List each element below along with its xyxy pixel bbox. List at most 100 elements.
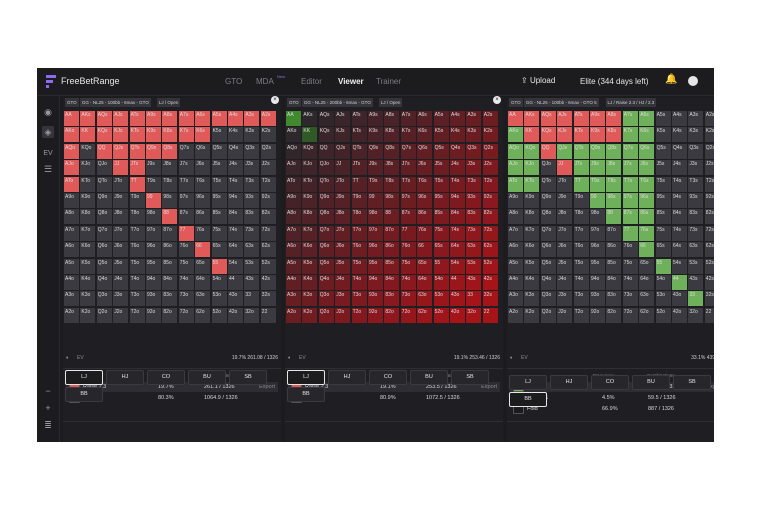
hand-cell[interactable]: QJs [557, 143, 573, 159]
hand-cell[interactable]: T4s [450, 176, 465, 192]
hand-cell[interactable]: Q6s [417, 143, 433, 159]
hand-cell[interactable]: 43o [450, 291, 465, 307]
hand-cell[interactable]: J9o [113, 193, 129, 208]
hand-cell[interactable]: K5o [524, 258, 540, 274]
hand-cell[interactable]: J7o [113, 225, 129, 241]
hand-cell[interactable]: 54o [211, 275, 227, 290]
hand-cell[interactable]: J3s [688, 160, 704, 176]
hand-cell[interactable]: Q8s [606, 143, 622, 159]
hand-cell[interactable]: A3o [64, 291, 79, 307]
hand-cell[interactable]: J5s [433, 160, 449, 176]
hand-cell[interactable]: K9o [302, 193, 318, 208]
hand-cell[interactable]: 75s [433, 225, 449, 241]
hand-cell[interactable]: J2s [482, 160, 498, 176]
hand-cell[interactable]: QTs [129, 143, 145, 159]
hand-cell[interactable]: T6o [129, 242, 145, 258]
hand-cell[interactable]: J4s [228, 160, 243, 176]
hand-cell[interactable]: J9o [557, 193, 573, 208]
hand-cell[interactable]: T6s [195, 176, 211, 192]
hand-cell[interactable]: KTo [302, 176, 318, 192]
hand-cell[interactable]: 42o [228, 307, 243, 323]
hand-cell[interactable]: 87o [384, 225, 400, 241]
hand-cell[interactable]: J8s [384, 160, 400, 176]
hand-cell[interactable]: J5s [655, 160, 671, 176]
hand-cell[interactable]: K4o [80, 275, 96, 290]
hand-cell[interactable]: J3o [113, 291, 129, 307]
hand-cell[interactable]: A4o [64, 275, 79, 290]
hand-cell[interactable]: 62o [639, 307, 655, 323]
hand-cell[interactable]: KK [80, 127, 96, 143]
hand-cell[interactable]: J7s [622, 160, 638, 176]
hand-cell[interactable]: A5o [286, 258, 301, 274]
hand-cell[interactable]: 95s [211, 193, 227, 208]
hand-cell[interactable]: 84o [384, 275, 400, 290]
hand-cell[interactable]: 53s [688, 258, 704, 274]
hand-cell[interactable]: T7o [129, 225, 145, 241]
hand-cell[interactable]: 66 [639, 242, 655, 258]
hand-cell[interactable]: 74o [622, 275, 638, 290]
hand-cell[interactable]: 88 [384, 209, 400, 225]
hand-cell[interactable]: 97o [368, 225, 383, 241]
hand-cell[interactable]: Q5s [433, 143, 449, 159]
hand-cell[interactable]: T8o [129, 209, 145, 225]
hand-cell[interactable]: K9o [80, 193, 96, 208]
hand-cell[interactable]: J9s [146, 160, 161, 176]
ev-toggle[interactable]: EV [42, 148, 54, 160]
hand-cell[interactable]: Q3s [688, 143, 704, 159]
hand-cell[interactable]: J8s [162, 160, 178, 176]
hand-cell[interactable]: T5s [433, 176, 449, 192]
hand-cell[interactable]: T3o [129, 291, 145, 307]
hand-cell[interactable]: 32s [260, 291, 276, 307]
hand-cell[interactable]: Q2o [540, 307, 556, 323]
hand-cell[interactable]: K9s [590, 127, 605, 143]
hand-cell[interactable]: 99 [590, 193, 605, 208]
hand-cell[interactable]: J7o [557, 225, 573, 241]
hand-cell[interactable]: A2s [704, 111, 714, 126]
hand-cell[interactable]: 63s [688, 242, 704, 258]
hand-cell[interactable]: 98s [606, 193, 622, 208]
hand-cell[interactable]: K2o [80, 307, 96, 323]
hand-cell[interactable]: 98o [146, 209, 161, 225]
hand-cell[interactable]: 99 [368, 193, 383, 208]
hand-cell[interactable]: Q8o [540, 209, 556, 225]
hand-cell[interactable]: QQ [96, 143, 112, 159]
hand-cell[interactable]: K6o [80, 242, 96, 258]
hand-cell[interactable]: 64o [639, 275, 655, 290]
hand-cell[interactable]: T2o [573, 307, 589, 323]
hand-cell[interactable]: AJo [286, 160, 301, 176]
hand-cell[interactable]: 54s [228, 258, 243, 274]
hand-cell[interactable]: K7s [622, 127, 638, 143]
hand-cell[interactable]: T2o [129, 307, 145, 323]
hand-cell[interactable]: J2o [113, 307, 129, 323]
hand-cell[interactable]: 86o [162, 242, 178, 258]
hand-cell[interactable]: 76s [417, 225, 433, 241]
hand-cell[interactable]: A3s [688, 111, 704, 126]
hand-cell[interactable]: 52s [704, 258, 714, 274]
hand-cell[interactable]: J2s [260, 160, 276, 176]
hand-cell[interactable]: 55 [211, 258, 227, 274]
hand-cell[interactable]: 93o [368, 291, 383, 307]
hand-cell[interactable]: A6s [195, 111, 211, 126]
hand-cell[interactable]: Q3s [244, 143, 260, 159]
hand-cell[interactable]: AJs [335, 111, 351, 126]
hand-cell[interactable]: 96o [146, 242, 161, 258]
hand-cell[interactable]: KK [524, 127, 540, 143]
hand-cell[interactable]: J6o [557, 242, 573, 258]
hand-cell[interactable]: 88 [162, 209, 178, 225]
hand-cell[interactable]: ATo [64, 176, 79, 192]
hand-cell[interactable]: AKs [524, 111, 540, 126]
hand-cell[interactable]: 82o [384, 307, 400, 323]
hand-cell[interactable]: 86s [639, 209, 655, 225]
hand-cell[interactable]: 63o [417, 291, 433, 307]
hand-cell[interactable]: A8o [508, 209, 523, 225]
hand-cell[interactable]: Q9o [540, 193, 556, 208]
hand-cell[interactable]: 52o [211, 307, 227, 323]
hand-cell[interactable]: J3s [244, 160, 260, 176]
hand-cell[interactable]: 43s [466, 275, 482, 290]
hand-cell[interactable]: T3o [573, 291, 589, 307]
hand-cell[interactable]: K3s [466, 127, 482, 143]
hand-cell[interactable]: 97o [146, 225, 161, 241]
hand-cell[interactable]: 85o [162, 258, 178, 274]
hand-cell[interactable]: 98s [162, 193, 178, 208]
hand-cell[interactable]: 95s [655, 193, 671, 208]
